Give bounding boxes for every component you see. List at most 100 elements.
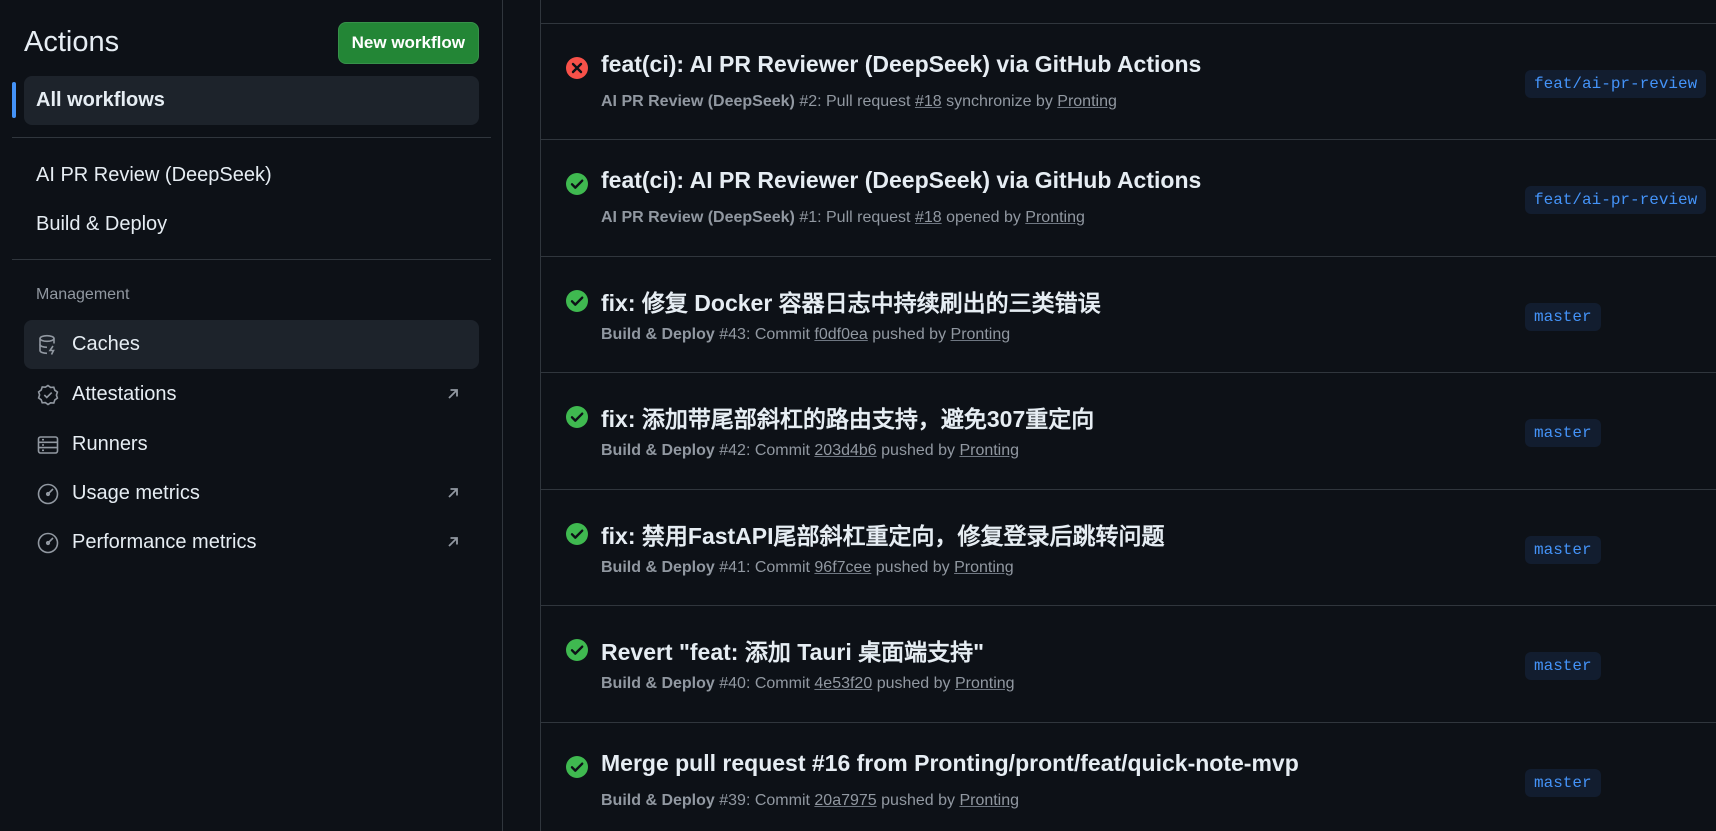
branch-badge[interactable]: master <box>1525 303 1601 331</box>
run-title[interactable]: Revert "feat: 添加 Tauri 桌面端支持" <box>601 633 984 667</box>
run-number: #43 <box>719 326 746 343</box>
workflow-run-row[interactable]: fix: 添加带尾部斜杠的路由支持，避免307重定向 Build & Deplo… <box>541 372 1716 489</box>
run-actor-link[interactable]: Pronting <box>1025 209 1085 226</box>
actions-sidebar: Actions New workflow All workflows AI PR… <box>0 0 503 831</box>
run-action: opened by <box>946 209 1021 226</box>
sidebar-divider <box>12 137 491 138</box>
run-ref-link[interactable]: #18 <box>915 93 942 110</box>
new-workflow-button[interactable]: New workflow <box>337 21 479 64</box>
run-number: #1 <box>799 209 818 226</box>
sidebar-item-caches[interactable]: Caches <box>24 320 479 369</box>
sidebar-item-runners[interactable]: Runners <box>24 420 479 469</box>
run-action: pushed by <box>872 326 947 343</box>
selected-indicator <box>12 82 16 118</box>
sidebar-item-all-workflows[interactable]: All workflows <box>24 76 479 125</box>
branch-badge[interactable]: feat/ai-pr-review <box>1525 186 1707 214</box>
workflow-runs-list: feat(ci): AI PR Reviewer (DeepSeek) via … <box>540 0 1716 831</box>
success-icon <box>565 638 589 662</box>
run-action: pushed by <box>881 442 955 459</box>
sidebar-divider <box>12 259 491 260</box>
run-meta: Build & Deploy #40: Commit 4e53f20 pushe… <box>601 675 1015 692</box>
workflow-run-row[interactable]: feat(ci): AI PR Reviewer (DeepSeek) via … <box>541 139 1716 256</box>
external-link-icon <box>443 483 463 503</box>
verified-badge-icon <box>36 383 60 407</box>
workflow-run-row[interactable]: feat(ci): AI PR Reviewer (DeepSeek) via … <box>541 23 1716 140</box>
run-event: Pull request <box>826 93 911 110</box>
external-link-icon <box>443 532 463 552</box>
run-title[interactable]: feat(ci): AI PR Reviewer (DeepSeek) via … <box>601 51 1201 78</box>
run-actor-link[interactable]: Pronting <box>951 326 1011 343</box>
run-meta: Build & Deploy #41: Commit 96f7cee pushe… <box>601 559 1014 576</box>
run-event: Commit <box>754 442 810 459</box>
workflow-run-row[interactable]: fix: 禁用FastAPI尾部斜杠重定向，修复登录后跳转问题 Build & … <box>541 489 1716 606</box>
actions-page: Actions New workflow All workflows AI PR… <box>0 0 1716 831</box>
run-actor-link[interactable]: Pronting <box>954 559 1014 576</box>
run-event: Commit <box>754 792 810 809</box>
sidebar-item-attestations[interactable]: Attestations <box>24 370 479 419</box>
branch-badge[interactable]: master <box>1525 536 1601 564</box>
sidebar-item-ai-pr-review[interactable]: AI PR Review (DeepSeek) <box>24 151 479 200</box>
sidebar-title: Actions <box>24 26 120 58</box>
sidebar-item-build-deploy[interactable]: Build & Deploy <box>24 200 479 249</box>
success-icon <box>565 172 589 196</box>
sidebar-header: Actions New workflow <box>24 20 479 65</box>
run-meta: Build & Deploy #42: Commit 203d4b6 pushe… <box>601 442 1020 459</box>
branch-badge[interactable]: master <box>1525 419 1601 447</box>
run-actor-link[interactable]: Pronting <box>1057 93 1117 110</box>
run-ref-link[interactable]: 203d4b6 <box>814 442 876 459</box>
run-meta: Build & Deploy #39: Commit 20a7975 pushe… <box>601 792 1020 809</box>
run-ref-link[interactable]: 20a7975 <box>814 792 876 809</box>
run-event: Commit <box>754 559 810 576</box>
run-workflow-name: Build & Deploy <box>601 675 715 692</box>
meter-icon <box>36 531 60 555</box>
run-action: pushed by <box>875 559 950 576</box>
run-event: Commit <box>754 326 810 343</box>
success-icon <box>565 405 589 429</box>
sidebar-item-label: Caches <box>72 333 140 355</box>
branch-badge[interactable]: master <box>1525 769 1601 797</box>
success-icon <box>565 755 589 779</box>
management-heading: Management <box>36 286 130 303</box>
run-title[interactable]: fix: 禁用FastAPI尾部斜杠重定向，修复登录后跳转问题 <box>601 517 1165 551</box>
sidebar-item-label: Performance metrics <box>72 531 257 553</box>
run-meta: Build & Deploy #43: Commit f0df0ea pushe… <box>601 326 1011 343</box>
run-action: synchronize by <box>946 93 1053 110</box>
failure-icon <box>565 56 589 80</box>
success-icon <box>565 522 589 546</box>
run-ref-link[interactable]: #18 <box>915 209 942 226</box>
run-number: #2 <box>799 93 818 110</box>
run-ref-link[interactable]: 96f7cee <box>814 559 871 576</box>
run-number: #40 <box>719 675 746 692</box>
sidebar-item-label: Attestations <box>72 383 177 405</box>
run-action: pushed by <box>881 792 955 809</box>
run-title[interactable]: feat(ci): AI PR Reviewer (DeepSeek) via … <box>601 167 1201 194</box>
sidebar-item-label: AI PR Review (DeepSeek) <box>36 164 272 186</box>
sidebar-item-label: Usage metrics <box>72 482 200 504</box>
workflow-run-row[interactable]: Revert "feat: 添加 Tauri 桌面端支持" Build & De… <box>541 605 1716 722</box>
run-workflow-name: Build & Deploy <box>601 442 715 459</box>
run-ref-link[interactable]: 4e53f20 <box>814 675 872 692</box>
workflow-run-row[interactable]: Merge pull request #16 from Pronting/pro… <box>541 722 1716 831</box>
run-meta: AI PR Review (DeepSeek) #2: Pull request… <box>601 93 1117 110</box>
sidebar-item-usage-metrics[interactable]: Usage metrics <box>24 469 479 518</box>
run-ref-link[interactable]: f0df0ea <box>814 326 867 343</box>
run-workflow-name: AI PR Review (DeepSeek) <box>601 93 795 110</box>
branch-badge[interactable]: master <box>1525 652 1601 680</box>
run-title[interactable]: fix: 添加带尾部斜杠的路由支持，避免307重定向 <box>601 400 1094 434</box>
success-icon <box>565 289 589 313</box>
run-workflow-name: Build & Deploy <box>601 326 715 343</box>
sidebar-item-label: All workflows <box>36 89 165 111</box>
branch-badge[interactable]: feat/ai-pr-review <box>1525 70 1707 98</box>
run-title[interactable]: Merge pull request #16 from Pronting/pro… <box>601 750 1299 777</box>
run-actor-link[interactable]: Pronting <box>959 442 1019 459</box>
meter-icon <box>36 482 60 506</box>
sidebar-item-performance-metrics[interactable]: Performance metrics <box>24 518 479 567</box>
run-actor-link[interactable]: Pronting <box>955 675 1015 692</box>
run-meta: AI PR Review (DeepSeek) #1: Pull request… <box>601 209 1085 226</box>
workflow-run-row[interactable]: fix: 修复 Docker 容器日志中持续刷出的三类错误 Build & De… <box>541 256 1716 373</box>
server-icon <box>36 433 60 457</box>
run-event: Commit <box>754 675 810 692</box>
run-actor-link[interactable]: Pronting <box>959 792 1019 809</box>
database-icon <box>36 333 60 357</box>
run-title[interactable]: fix: 修复 Docker 容器日志中持续刷出的三类错误 <box>601 284 1101 318</box>
